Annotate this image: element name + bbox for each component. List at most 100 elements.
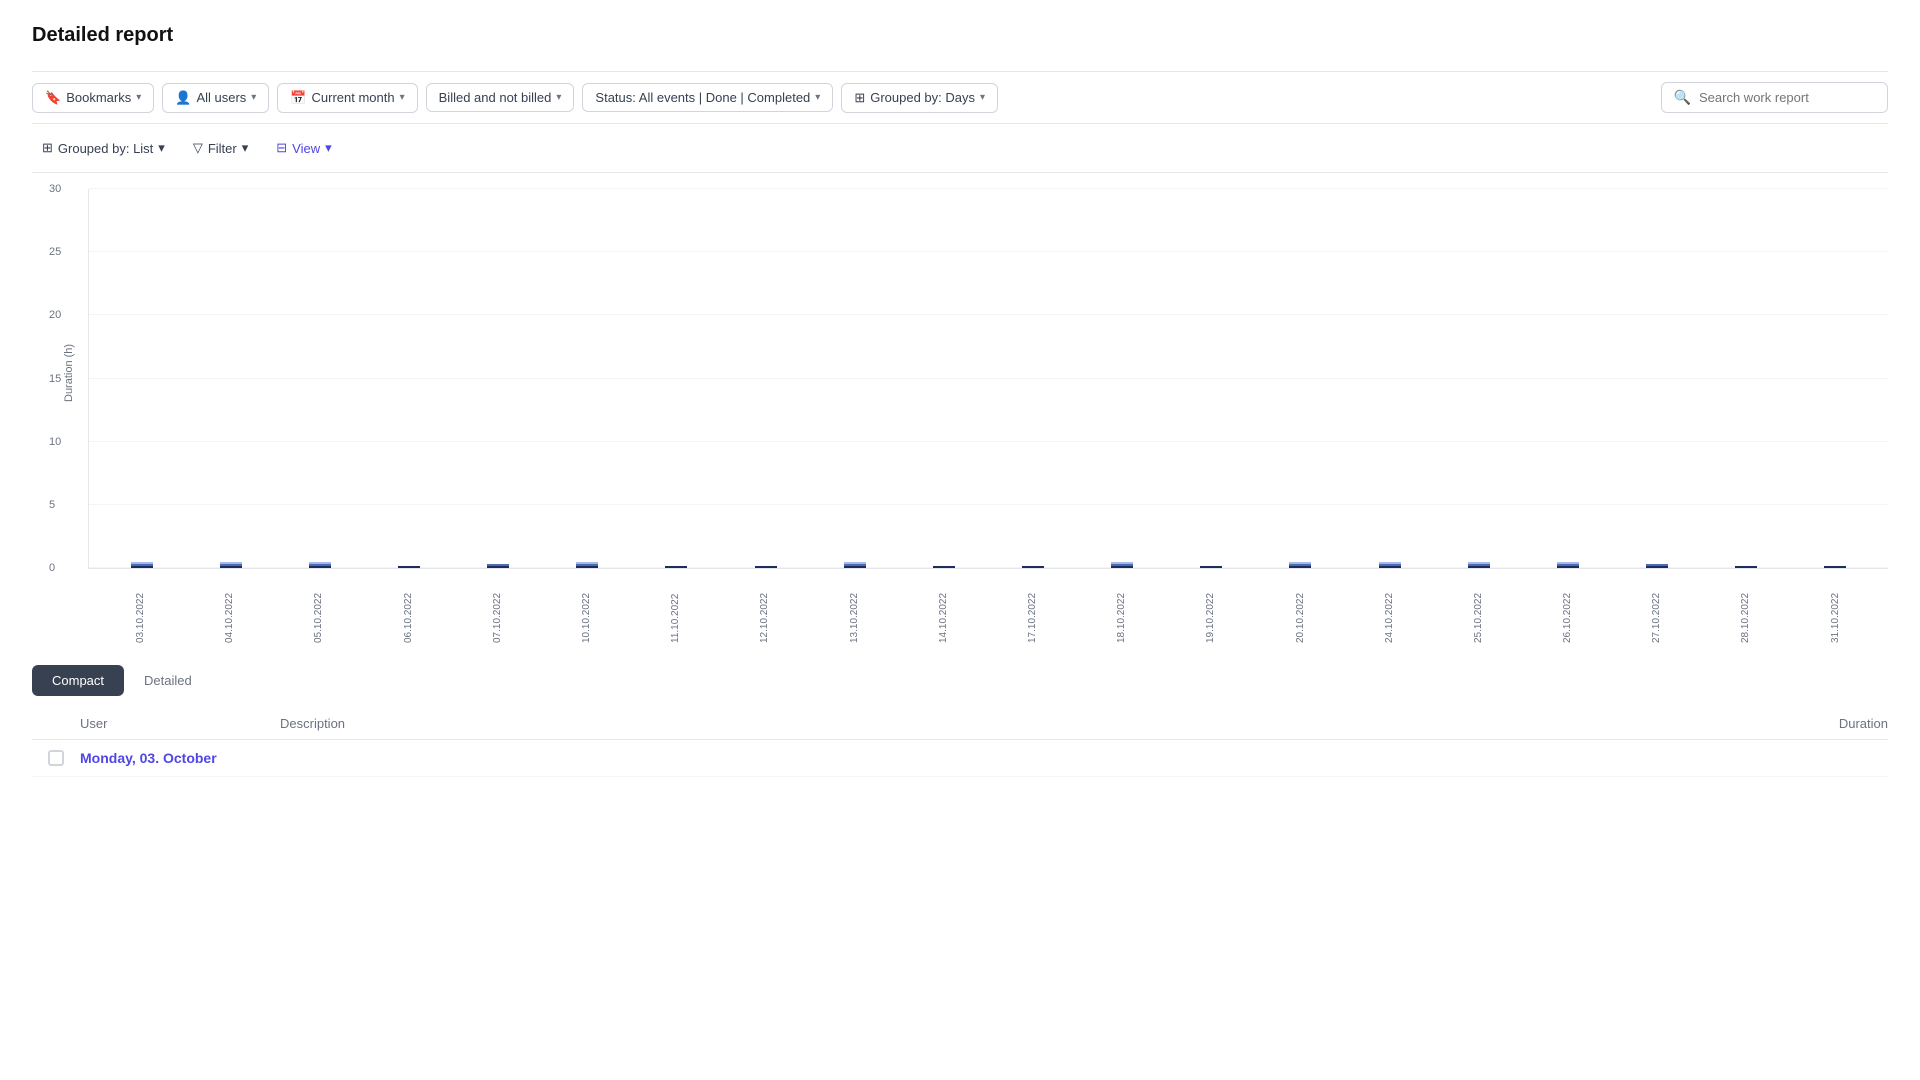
chart-inner: 051015202530	[88, 189, 1888, 569]
users-icon: 👤	[175, 90, 191, 106]
x-axis-label: 12.10.2022	[759, 573, 770, 643]
grouped-list-button[interactable]: ⊞ Grouped by: List ▾	[32, 134, 175, 162]
bar-group	[1022, 566, 1044, 568]
bar-group	[1379, 562, 1401, 568]
col-description: Description	[280, 716, 1748, 731]
chevron-down-icon: ▾	[242, 140, 249, 156]
grouped-by-button[interactable]: ⊞ Grouped by: Days ▾	[841, 83, 998, 113]
bar-segment	[755, 566, 777, 568]
bar-segment	[933, 566, 955, 568]
bar-group	[755, 566, 777, 568]
current-month-button[interactable]: 📅 Current month ▾	[277, 83, 417, 113]
bar-segment	[665, 566, 687, 568]
toolbar-bottom: ⊞ Grouped by: List ▾ ▽ Filter ▾ ⊟ View ▾	[32, 124, 1888, 173]
bar-segment	[1824, 566, 1846, 568]
compact-tab[interactable]: Compact	[32, 665, 124, 696]
col-user: User	[80, 716, 280, 731]
x-axis-label: 07.10.2022	[492, 573, 503, 643]
bar-group	[131, 562, 153, 568]
col-duration: Duration	[1748, 716, 1888, 731]
bar-segment	[1022, 566, 1044, 568]
page-title: Detailed report	[32, 24, 1888, 47]
x-axis-label: 03.10.2022	[135, 573, 146, 643]
table-row: Monday, 03. October	[32, 740, 1888, 777]
bar-segment	[1379, 566, 1401, 568]
y-axis-label: Duration (h)	[63, 344, 75, 402]
bar-group	[1824, 566, 1846, 568]
bar-group	[665, 566, 687, 568]
x-axis-label: 25.10.2022	[1473, 573, 1484, 643]
bar-segment	[1468, 566, 1490, 568]
filter-button[interactable]: ▽ Filter ▾	[183, 134, 258, 162]
bar-group	[844, 562, 866, 568]
table-header: User Description Duration	[32, 708, 1888, 740]
grid-icon: ⊞	[854, 90, 865, 106]
chevron-down-icon: ▾	[556, 92, 561, 103]
x-axis-label: 10.10.2022	[581, 573, 592, 643]
bar-segment	[1646, 566, 1668, 568]
chevron-down-icon: ▾	[251, 92, 256, 103]
bar-segment	[398, 566, 420, 568]
chevron-down-icon: ▾	[325, 140, 332, 156]
bar-segment	[309, 566, 331, 568]
chevron-down-icon: ▾	[815, 92, 820, 103]
view-icon: ⊟	[276, 140, 287, 156]
x-axis-label: 20.10.2022	[1295, 573, 1306, 643]
x-axis-label: 14.10.2022	[938, 573, 949, 643]
x-axis-label: 13.10.2022	[849, 573, 860, 643]
bar-segment	[131, 566, 153, 568]
search-box[interactable]: 🔍	[1661, 82, 1888, 113]
x-axis-label: 06.10.2022	[403, 573, 414, 643]
calendar-icon: 📅	[290, 90, 306, 106]
bar-group	[398, 566, 420, 568]
bar-segment	[844, 566, 866, 568]
x-axis-label: 31.10.2022	[1830, 573, 1841, 643]
bar-segment	[576, 566, 598, 568]
bookmarks-button[interactable]: 🔖 Bookmarks ▾	[32, 83, 154, 113]
bar-group	[309, 562, 331, 568]
chevron-down-icon: ▾	[400, 92, 405, 103]
x-axis-label: 17.10.2022	[1027, 573, 1038, 643]
chart-container: Duration (h) 051015202530 03.10.2022 04.1…	[32, 189, 1888, 649]
date-label: Monday, 03. October	[80, 750, 1888, 766]
bar-group	[1557, 562, 1579, 568]
bar-segment	[487, 566, 509, 568]
x-axis-label: 19.10.2022	[1205, 573, 1216, 643]
bar-group	[220, 562, 242, 568]
view-button[interactable]: ⊟ View ▾	[266, 134, 341, 162]
search-input[interactable]	[1699, 90, 1875, 105]
bar-segment	[1289, 566, 1311, 568]
chevron-down-icon: ▾	[158, 140, 165, 156]
bar-segment	[1557, 566, 1579, 568]
toolbar-top: 🔖 Bookmarks ▾ 👤 All users ▾ 📅 Current mo…	[32, 71, 1888, 124]
bar-group	[1468, 562, 1490, 568]
bookmark-icon: 🔖	[45, 90, 61, 106]
bar-segment	[1735, 566, 1757, 568]
billed-button[interactable]: Billed and not billed ▾	[426, 83, 575, 112]
x-axis-label: 05.10.2022	[313, 573, 324, 643]
bar-group	[1646, 564, 1668, 568]
bar-group	[933, 566, 955, 568]
row-checkbox[interactable]	[48, 750, 64, 766]
all-users-button[interactable]: 👤 All users ▾	[162, 83, 269, 113]
bar-group	[1735, 566, 1757, 568]
chevron-down-icon: ▾	[980, 92, 985, 103]
bar-group	[1111, 562, 1133, 568]
x-axis-label: 27.10.2022	[1651, 573, 1662, 643]
bar-group	[1289, 562, 1311, 568]
x-axis-label: 11.10.2022	[670, 573, 681, 643]
filter-icon: ▽	[193, 140, 203, 156]
status-button[interactable]: Status: All events | Done | Completed ▾	[582, 83, 833, 112]
bar-group	[487, 564, 509, 568]
x-axis-label: 04.10.2022	[224, 573, 235, 643]
bar-segment	[1200, 566, 1222, 568]
detailed-tab[interactable]: Detailed	[124, 665, 212, 696]
x-axis-label: 26.10.2022	[1562, 573, 1573, 643]
bar-segment	[1111, 566, 1133, 568]
x-axis-label: 18.10.2022	[1116, 573, 1127, 643]
x-axis-label: 28.10.2022	[1740, 573, 1751, 643]
view-tabs: Compact Detailed	[32, 665, 1888, 696]
x-axis-label: 24.10.2022	[1384, 573, 1395, 643]
bar-segment	[220, 566, 242, 568]
list-icon: ⊞	[42, 140, 53, 156]
